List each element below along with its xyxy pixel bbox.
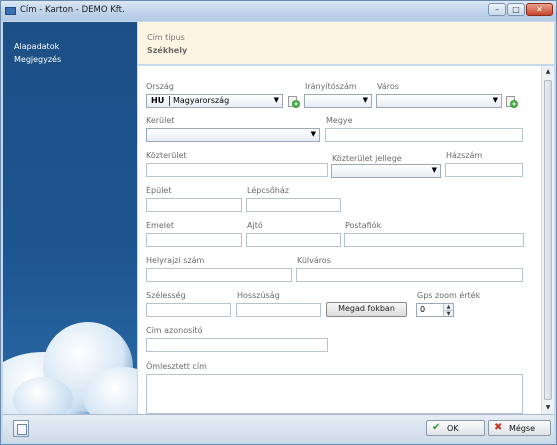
combined-address-label: Ömlesztett cím — [146, 362, 207, 371]
outskirts-input[interactable] — [296, 268, 523, 282]
title-bar[interactable]: Cím - Karton - DEMO Kft. – □ ✕ — [1, 1, 556, 21]
spin-down-icon[interactable]: ▼ — [443, 310, 453, 317]
door-label: Ajtó — [247, 221, 263, 230]
county-input[interactable] — [325, 128, 523, 142]
address-form: Ország HU Magyarország ▼ + Irányítószám … — [138, 66, 541, 414]
zip-label: Irányítószám — [305, 82, 357, 91]
scroll-thumb[interactable] — [544, 80, 552, 400]
add-city-button[interactable]: + — [506, 96, 518, 108]
add-country-button[interactable]: + — [288, 96, 300, 108]
address-id-label: Cím azonosító — [146, 326, 203, 335]
window-title: Cím - Karton - DEMO Kft. — [20, 5, 125, 15]
minimize-button[interactable]: – — [488, 3, 506, 16]
lot-number-input[interactable] — [146, 268, 292, 282]
ok-button[interactable]: ✔ OK — [426, 420, 485, 436]
vertical-scrollbar[interactable]: ▲ ▼ — [541, 66, 554, 414]
gps-zoom-label: Gps zoom érték — [417, 291, 481, 300]
cim-karton-window: Cím - Karton - DEMO Kft. – □ ✕ Alapadato… — [0, 0, 557, 445]
chevron-down-icon: ▼ — [310, 130, 316, 138]
public-area-type-label: Közterület jellege — [332, 154, 402, 163]
po-box-input[interactable] — [344, 233, 524, 247]
gps-zoom-stepper[interactable]: 0 ▲ ▼ — [416, 303, 454, 317]
po-box-label: Postafiók — [345, 221, 382, 230]
city-combo[interactable]: ▼ — [376, 94, 502, 108]
staircase-input[interactable] — [246, 198, 341, 212]
district-label: Kerület — [146, 116, 175, 125]
chevron-down-icon: ▼ — [273, 96, 279, 104]
footer-bar: ✔ OK ✖ Mégse — [3, 414, 554, 442]
building-input[interactable] — [146, 198, 242, 212]
public-area-input[interactable] — [146, 163, 328, 177]
chevron-down-icon: ▼ — [362, 96, 368, 104]
door-input[interactable] — [246, 233, 341, 247]
check-icon: ✔ — [432, 422, 441, 433]
public-area-label: Közterület — [146, 151, 187, 160]
chevron-down-icon: ▼ — [431, 166, 437, 174]
address-type-header: Cím típus Székhely — [138, 22, 554, 64]
country-code: HU — [151, 96, 165, 105]
latitude-label: Szélesség — [146, 291, 186, 300]
address-type-value: Székhely — [147, 46, 188, 55]
sidebar-item-megjegyzes[interactable]: Megjegyzés — [14, 55, 61, 64]
ok-label: OK — [447, 424, 459, 433]
plus-icon: + — [292, 100, 300, 108]
x-icon: ✖ — [494, 422, 503, 433]
maximize-button[interactable]: □ — [507, 3, 525, 16]
sidebar-item-alapadatok[interactable]: Alapadatok — [14, 42, 59, 51]
outskirts-label: Külváros — [297, 256, 331, 265]
house-number-label: Házszám — [446, 151, 483, 160]
plus-icon: + — [510, 100, 518, 108]
close-button[interactable]: ✕ — [526, 3, 553, 16]
floor-label: Emelet — [146, 221, 175, 230]
public-area-type-combo[interactable]: ▼ — [331, 164, 441, 178]
country-combo[interactable]: HU Magyarország ▼ — [146, 94, 283, 108]
gps-zoom-value: 0 — [420, 305, 426, 314]
county-label: Megye — [326, 116, 353, 125]
district-combo[interactable]: ▼ — [146, 128, 320, 142]
find-in-degrees-button[interactable]: Megad fokban — [326, 302, 407, 317]
latitude-input[interactable] — [146, 303, 231, 317]
cancel-label: Mégse — [509, 424, 535, 433]
cancel-button[interactable]: ✖ Mégse — [488, 420, 551, 436]
house-number-input[interactable] — [445, 163, 523, 177]
staircase-label: Lépcsőház — [247, 186, 289, 195]
document-icon[interactable] — [13, 420, 29, 437]
lot-number-label: Helyrajzi szám — [146, 256, 205, 265]
building-label: Épület — [146, 186, 172, 195]
address-type-label: Cím típus — [147, 33, 185, 42]
scroll-up-icon[interactable]: ▲ — [542, 66, 554, 78]
sidebar: Alapadatok Megjegyzés — [3, 22, 137, 414]
floor-input[interactable] — [146, 233, 242, 247]
zip-combo[interactable]: ▼ — [304, 94, 372, 108]
scroll-down-icon[interactable]: ▼ — [542, 402, 554, 414]
longitude-label: Hosszúság — [237, 291, 280, 300]
combined-address-textarea[interactable] — [146, 374, 523, 414]
app-icon — [5, 7, 16, 15]
city-label: Város — [377, 82, 399, 91]
country-name: Magyarország — [173, 96, 230, 105]
chevron-down-icon: ▼ — [492, 96, 498, 104]
country-label: Ország — [146, 82, 174, 91]
longitude-input[interactable] — [236, 303, 321, 317]
address-id-input[interactable] — [146, 338, 328, 352]
